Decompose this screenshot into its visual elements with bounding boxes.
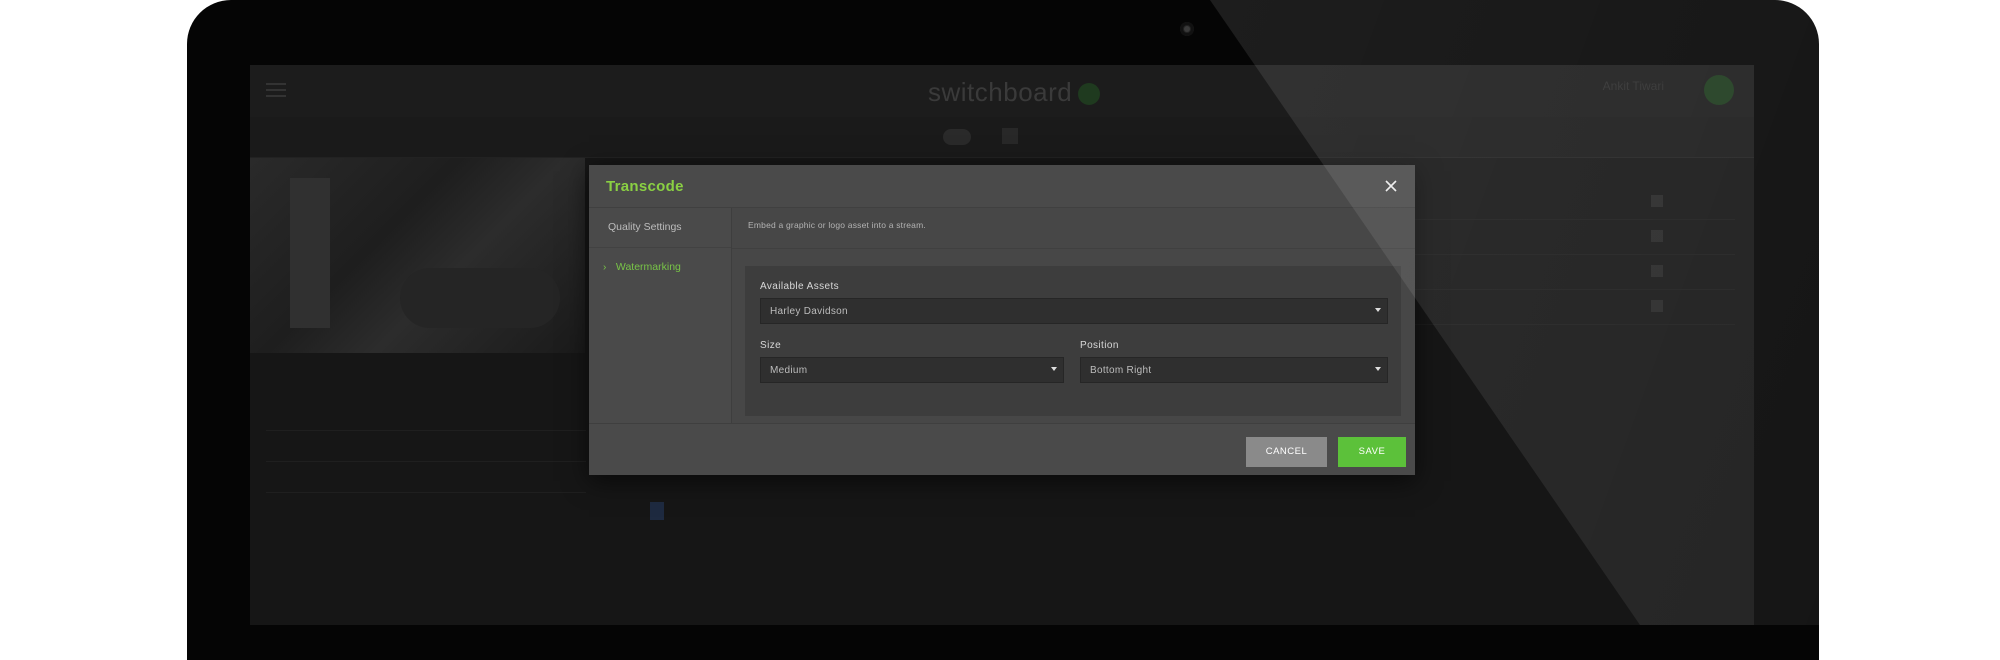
facebook-icon (650, 502, 664, 520)
app-logo-text: switchboard (928, 77, 1073, 107)
list-item[interactable] (266, 462, 586, 493)
list-item[interactable] (266, 431, 586, 462)
webcam (1180, 22, 1194, 36)
size-value: Medium (770, 365, 808, 376)
modal-header: Transcode (589, 165, 1415, 208)
row-checkbox[interactable] (1651, 300, 1663, 312)
position-value: Bottom Right (1090, 365, 1152, 376)
transcode-modal: Transcode Quality Settings › Watermarkin… (589, 165, 1415, 475)
size-select[interactable]: Medium (760, 357, 1064, 383)
close-icon[interactable] (1381, 176, 1401, 196)
caret-down-icon (1375, 308, 1381, 312)
stream-thumbnail (250, 158, 585, 353)
list-item[interactable] (266, 400, 586, 431)
app-logo: switchboard (928, 77, 1101, 108)
divider (732, 248, 1415, 249)
caret-down-icon (1375, 367, 1381, 371)
nav-item-watermarking[interactable]: › Watermarking (589, 248, 731, 287)
row-checkbox[interactable] (1651, 195, 1663, 207)
modal-footer: CANCEL SAVE (589, 423, 1415, 476)
app-sub-bar (250, 117, 1754, 158)
app-screen: switchboard Ankit Tiwari Transcode Quali… (250, 65, 1754, 625)
nav-item-label: Quality Settings (608, 221, 682, 233)
size-label: Size (760, 340, 782, 351)
row-checkbox[interactable] (1651, 230, 1663, 242)
save-button[interactable]: SAVE (1338, 437, 1406, 467)
lock-icon[interactable] (1002, 128, 1018, 144)
toggle-switch[interactable] (943, 129, 971, 145)
nav-item-label: Watermarking (615, 261, 681, 273)
available-assets-select[interactable]: Harley Davidson (760, 298, 1388, 324)
hamburger-menu-icon[interactable] (266, 83, 286, 97)
nav-item-quality-settings[interactable]: Quality Settings (589, 208, 731, 248)
available-assets-value: Harley Davidson (770, 306, 848, 317)
logo-mark-icon (1078, 83, 1101, 106)
position-label: Position (1080, 340, 1119, 351)
row-checkbox[interactable] (1651, 265, 1663, 277)
position-select[interactable]: Bottom Right (1080, 357, 1388, 383)
section-description: Embed a graphic or logo asset into a str… (748, 220, 926, 230)
cancel-button[interactable]: CANCEL (1246, 437, 1327, 467)
watermark-settings-panel: Available Assets Harley Davidson Size Me… (745, 266, 1401, 416)
chevron-right-icon: › (603, 262, 607, 273)
caret-down-icon (1051, 367, 1057, 371)
avatar[interactable] (1704, 75, 1734, 105)
modal-side-nav: Quality Settings › Watermarking (589, 208, 732, 423)
available-assets-label: Available Assets (760, 281, 840, 292)
session-list (266, 400, 586, 493)
modal-content: Embed a graphic or logo asset into a str… (732, 208, 1415, 423)
user-name[interactable]: Ankit Tiwari (1603, 79, 1664, 93)
modal-title: Transcode (606, 178, 684, 195)
app-top-bar: switchboard Ankit Tiwari (250, 65, 1754, 118)
